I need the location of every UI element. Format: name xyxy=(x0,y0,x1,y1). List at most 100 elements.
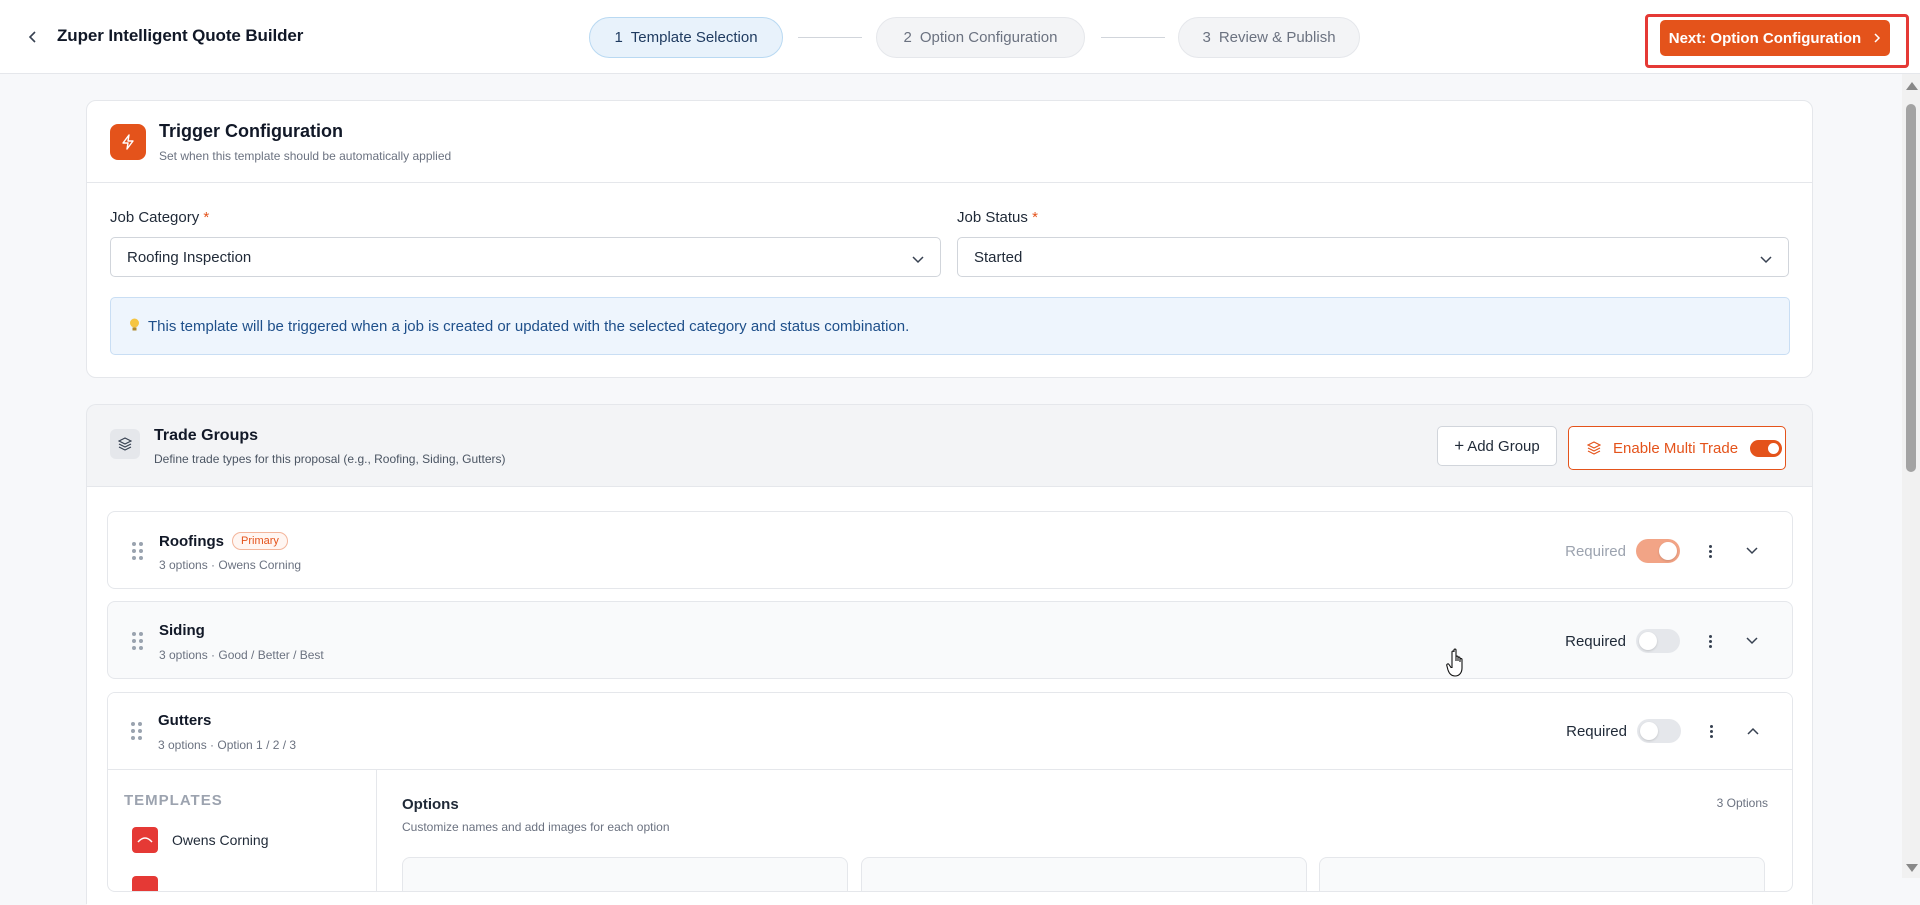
required-label: Required xyxy=(1565,542,1626,560)
lightbulb-icon xyxy=(129,318,140,335)
add-group-button[interactable]: + Add Group xyxy=(1437,426,1557,466)
step-number: 2 xyxy=(903,29,912,46)
chevron-down-icon[interactable] xyxy=(1742,541,1762,561)
lightning-icon xyxy=(110,124,146,160)
required-asterisk: * xyxy=(203,209,210,226)
required-asterisk: * xyxy=(1032,209,1038,226)
trigger-subtitle: Set when this template should be automat… xyxy=(159,149,452,163)
trigger-title: Trigger Configuration xyxy=(159,121,343,141)
back-arrow-icon[interactable] xyxy=(22,26,44,48)
trade-row-roofings[interactable]: Roofings Primary 3 options · Owens Corni… xyxy=(107,511,1793,589)
page-scrollbar[interactable] xyxy=(1902,74,1920,878)
layers-icon xyxy=(1587,441,1601,455)
enable-multi-trade-button[interactable]: Enable Multi Trade xyxy=(1568,426,1786,470)
options-subtitle: Customize names and add images for each … xyxy=(402,820,670,834)
template-name: Owens Corning xyxy=(172,832,269,848)
step-number: 1 xyxy=(614,29,623,46)
scroll-down-arrow-icon[interactable] xyxy=(1906,864,1918,872)
scroll-up-arrow-icon[interactable] xyxy=(1906,82,1918,90)
more-options-icon[interactable] xyxy=(1699,724,1723,738)
job-status-value: Started xyxy=(974,248,1023,266)
template-logo-icon[interactable] xyxy=(132,876,158,891)
required-toggle[interactable] xyxy=(1637,719,1681,743)
template-item-owens-corning[interactable]: Owens Corning xyxy=(132,827,269,853)
trade-row-controls: Required xyxy=(1565,629,1762,653)
trade-summary: 3 options · Good / Better / Best xyxy=(159,648,324,662)
next-button-label: Next: Option Configuration xyxy=(1668,29,1862,47)
drag-handle-icon[interactable] xyxy=(132,632,143,650)
job-category-label-text: Job Category xyxy=(110,209,200,226)
job-category-label: Job Category * xyxy=(110,209,209,226)
step-label: Template Selection xyxy=(630,29,758,46)
more-options-icon[interactable] xyxy=(1698,544,1722,558)
trade-groups-header: Trade Groups Define trade types for this… xyxy=(87,405,1812,487)
scroll-thumb[interactable] xyxy=(1906,104,1916,472)
chevron-down-icon xyxy=(912,251,924,268)
hand-pointer-cursor-icon xyxy=(1446,648,1470,678)
step-number: 3 xyxy=(1202,29,1211,46)
trade-groups-card: Trade Groups Define trade types for this… xyxy=(86,404,1813,905)
job-status-select[interactable]: Started xyxy=(957,237,1789,277)
trade-name-text: Siding xyxy=(159,622,205,639)
toggle-knob xyxy=(1768,442,1780,454)
trade-row-controls: Required xyxy=(1566,719,1763,743)
multi-trade-label: Enable Multi Trade xyxy=(1613,439,1739,457)
trade-summary: 3 options · Owens Corning xyxy=(159,558,302,572)
templates-panel: TEMPLATES Owens Corning xyxy=(108,770,377,891)
option-card[interactable] xyxy=(861,857,1307,891)
trade-row-gutters[interactable]: Gutters 3 options · Option 1 / 2 / 3 Req… xyxy=(108,693,1792,770)
toggle-knob xyxy=(1639,632,1657,650)
chevron-down-icon xyxy=(1760,251,1772,268)
step-option-configuration[interactable]: 2 Option Configuration xyxy=(876,17,1085,58)
job-category-select[interactable]: Roofing Inspection xyxy=(110,237,941,277)
info-text: This template will be triggered when a j… xyxy=(148,317,910,335)
app-title: Zuper Intelligent Quote Builder xyxy=(57,26,304,45)
options-count: 3 Options xyxy=(1716,796,1768,810)
trade-groups-title: Trade Groups xyxy=(154,427,259,444)
job-status-label-text: Job Status xyxy=(957,209,1028,226)
trade-name-text: Roofings xyxy=(159,532,224,550)
drag-handle-icon[interactable] xyxy=(132,542,143,560)
option-card[interactable] xyxy=(1319,857,1765,891)
required-label: Required xyxy=(1566,722,1627,740)
job-category-value: Roofing Inspection xyxy=(127,248,252,266)
chevron-up-icon[interactable] xyxy=(1743,721,1763,741)
trade-name-text: Gutters xyxy=(158,712,212,729)
step-label: Review & Publish xyxy=(1218,29,1336,46)
step-connector xyxy=(1101,37,1165,38)
trade-groups-subtitle: Define trade types for this proposal (e.… xyxy=(154,452,506,466)
trigger-info-banner: This template will be triggered when a j… xyxy=(110,297,1790,355)
step-template-selection[interactable]: 1 Template Selection xyxy=(589,17,783,58)
trade-row-siding[interactable]: Siding 3 options · Good / Better / Best … xyxy=(107,601,1793,679)
drag-handle-icon[interactable] xyxy=(131,722,142,740)
trade-group-gutters: Gutters 3 options · Option 1 / 2 / 3 Req… xyxy=(107,692,1793,892)
trade-row-controls: Required xyxy=(1565,539,1762,563)
toggle-knob xyxy=(1659,542,1677,560)
plus-icon: + xyxy=(1454,436,1465,455)
trade-name: Gutters xyxy=(158,712,211,729)
trade-groups-body: Roofings Primary 3 options · Owens Corni… xyxy=(87,487,1812,905)
add-group-label: Add Group xyxy=(1467,437,1540,455)
chevron-right-icon xyxy=(1873,30,1881,47)
trade-name: Siding xyxy=(159,622,205,639)
owens-corning-logo-icon xyxy=(132,827,158,853)
trigger-card-header: Trigger Configuration Set when this temp… xyxy=(87,101,1812,183)
layers-icon xyxy=(110,429,140,459)
chevron-down-icon[interactable] xyxy=(1742,631,1762,651)
trade-summary: 3 options · Option 1 / 2 / 3 xyxy=(158,738,297,752)
next-option-configuration-button[interactable]: Next: Option Configuration xyxy=(1660,20,1890,56)
option-card[interactable] xyxy=(402,857,848,891)
job-status-label: Job Status * xyxy=(957,209,1038,226)
options-title: Options xyxy=(402,796,459,813)
top-bar: Zuper Intelligent Quote Builder 1 Templa… xyxy=(0,0,1920,74)
more-options-icon[interactable] xyxy=(1698,634,1722,648)
step-review-publish[interactable]: 3 Review & Publish xyxy=(1178,17,1360,58)
required-label: Required xyxy=(1565,632,1626,650)
step-label: Option Configuration xyxy=(919,29,1058,46)
primary-badge: Primary xyxy=(232,532,288,550)
required-toggle[interactable] xyxy=(1636,539,1680,563)
multi-trade-toggle[interactable] xyxy=(1750,439,1783,457)
trade-name: Roofings Primary xyxy=(159,532,288,550)
required-toggle[interactable] xyxy=(1636,629,1680,653)
trigger-configuration-card: Trigger Configuration Set when this temp… xyxy=(86,100,1813,378)
